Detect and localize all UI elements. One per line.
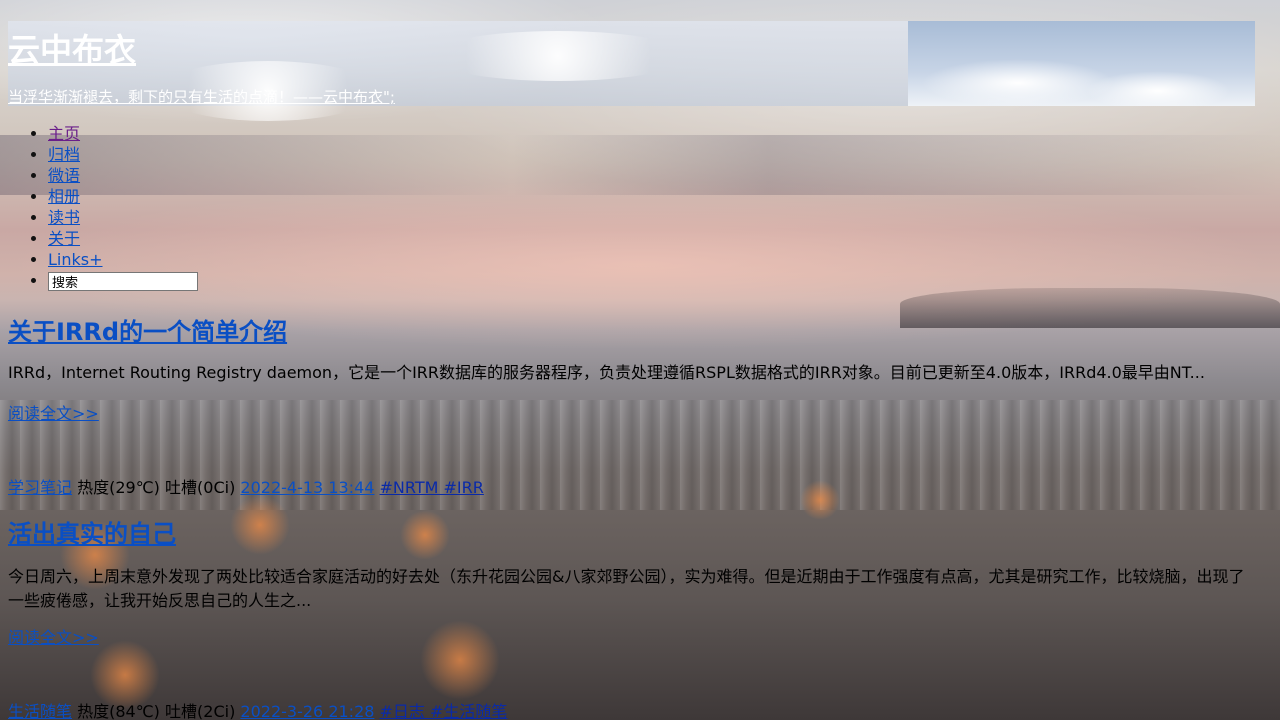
site-header: 云中布衣 当浮华渐渐褪去，剩下的只有生活的点滴！——云中布衣"; xyxy=(8,21,1255,121)
background-treeline xyxy=(900,288,1280,328)
post-category-link[interactable]: 学习笔记 xyxy=(8,478,72,497)
nav-item-search xyxy=(48,270,198,291)
site-subtitle[interactable]: 当浮华渐渐褪去，剩下的只有生活的点滴！——云中布衣"; xyxy=(8,86,395,107)
background-bokeh xyxy=(230,495,290,555)
header-sky-image xyxy=(908,21,1255,106)
post-excerpt: 今日周六，上周末意外发现了两处比较适合家庭活动的好去处（东升花园公园&八家郊野公… xyxy=(8,567,1245,610)
background-bokeh xyxy=(400,510,450,560)
nav-item-album: 相册 xyxy=(48,186,198,207)
post-excerpt: IRRd，Internet Routing Registry daemon，它是… xyxy=(8,363,1205,382)
background-bokeh xyxy=(800,480,840,520)
post-meta: 生活随笔 热度(84℃) 吐槽(2Ci) 2022-3-26 21:28 #日志… xyxy=(8,698,507,720)
nav-link-micro[interactable]: 微语 xyxy=(48,166,80,185)
nav-link-reading[interactable]: 读书 xyxy=(48,208,80,227)
post-date-link[interactable]: 2022-4-13 13:44 xyxy=(240,478,374,497)
post-comments: 吐槽(2Ci) xyxy=(165,702,236,720)
background-bokeh xyxy=(420,620,500,700)
read-more-link[interactable]: 阅读全文>> xyxy=(8,400,99,424)
post-heat: 热度(29℃) xyxy=(77,478,160,497)
post-comments: 吐槽(0Ci) xyxy=(165,478,236,497)
post-title-link[interactable]: 活出真实的自己 xyxy=(8,520,176,548)
nav-item-about: 关于 xyxy=(48,228,198,249)
post-heat: 热度(84℃) xyxy=(77,702,160,720)
nav-link-album[interactable]: 相册 xyxy=(48,187,80,206)
search-input[interactable] xyxy=(48,272,198,291)
nav-link-about[interactable]: 关于 xyxy=(48,229,80,248)
nav-item-archive: 归档 xyxy=(48,144,198,165)
main-nav: 主页 归档 微语 相册 读书 关于 Links+ xyxy=(8,123,198,291)
read-more-link[interactable]: 阅读全文>> xyxy=(8,624,99,648)
post-date-link[interactable]: 2022-3-26 21:28 xyxy=(240,702,374,720)
post-title: 活出真实的自己 xyxy=(8,514,176,549)
post-meta: 学习笔记 热度(29℃) 吐槽(0Ci) 2022-4-13 13:44 #NR… xyxy=(8,474,484,498)
nav-link-home[interactable]: 主页 xyxy=(48,124,80,143)
nav-link-archive[interactable]: 归档 xyxy=(48,145,80,164)
nav-item-reading: 读书 xyxy=(48,207,198,228)
post-title-link[interactable]: 关于IRRd的一个简单介绍 xyxy=(8,318,287,346)
nav-link-links[interactable]: Links+ xyxy=(48,250,103,269)
post-tags-link[interactable]: #日志 #生活随笔 xyxy=(380,702,508,720)
nav-item-links: Links+ xyxy=(48,249,198,270)
site-title[interactable]: 云中布衣 xyxy=(8,25,136,71)
header-cloud xyxy=(428,31,688,81)
post-category-link[interactable]: 生活随笔 xyxy=(8,702,72,720)
nav-item-home: 主页 xyxy=(48,123,198,144)
post-tags-link[interactable]: #NRTM #IRR xyxy=(380,478,484,497)
nav-item-micro: 微语 xyxy=(48,165,198,186)
post-title: 关于IRRd的一个简单介绍 xyxy=(8,312,287,347)
